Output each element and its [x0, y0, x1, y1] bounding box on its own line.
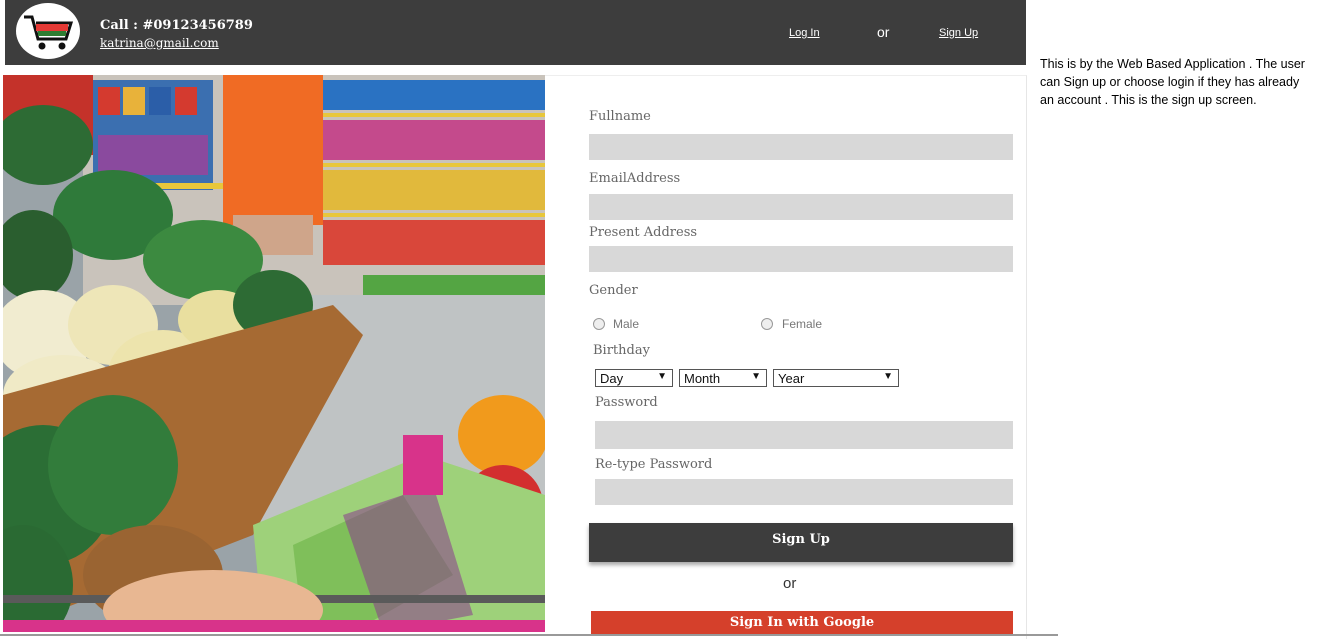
password-input[interactable]: [595, 421, 1013, 449]
google-signin-button[interactable]: Sign In with Google: [591, 611, 1013, 635]
contact-info: Call : #09123456789 katrina@gmail.com: [100, 18, 253, 50]
logo-shopping-cart-icon[interactable]: [16, 3, 80, 59]
retype-password-label: Re-type Password: [595, 457, 713, 472]
signup-link[interactable]: Sign Up: [939, 27, 978, 39]
top-header-bar: Call : #09123456789 katrina@gmail.com Lo…: [5, 0, 1026, 65]
year-select[interactable]: Year ▼: [773, 369, 899, 387]
day-select[interactable]: Day ▼: [595, 369, 673, 387]
fullname-label: Fullname: [589, 109, 651, 124]
chevron-down-icon: ▼: [883, 371, 893, 382]
address-label: Present Address: [589, 225, 698, 240]
login-link[interactable]: Log In: [789, 27, 820, 39]
female-label: Female: [782, 317, 823, 331]
female-radio[interactable]: [761, 318, 773, 330]
nav-or-text: or: [877, 24, 890, 40]
call-number: Call : #09123456789: [100, 18, 253, 33]
email-label: EmailAddress: [589, 171, 681, 186]
month-select-value: Month: [684, 371, 721, 386]
year-select-value: Year: [778, 371, 805, 386]
male-label: Male: [613, 317, 640, 331]
signup-button[interactable]: Sign Up: [589, 523, 1013, 562]
gender-label: Gender: [589, 283, 638, 298]
day-select-value: Day: [600, 371, 624, 386]
birthday-label: Birthday: [593, 343, 650, 358]
chevron-down-icon: ▼: [751, 371, 761, 382]
address-input[interactable]: [589, 246, 1013, 272]
chevron-down-icon: ▼: [657, 371, 667, 382]
annotation-note: This is by the Web Based Application . T…: [1040, 57, 1305, 107]
fullname-input[interactable]: [589, 134, 1013, 160]
email-input[interactable]: [589, 194, 1013, 220]
bottom-divider: [0, 634, 1058, 636]
retype-password-input[interactable]: [595, 479, 1013, 505]
or-divider: or: [783, 575, 797, 592]
email-link[interactable]: katrina@gmail.com: [100, 36, 253, 50]
male-radio[interactable]: [593, 318, 605, 330]
grocery-photo: [3, 75, 545, 632]
password-label: Password: [595, 395, 658, 410]
signup-form-panel: Fullname EmailAddress Present Address Ge…: [545, 75, 1027, 639]
month-select[interactable]: Month ▼: [679, 369, 767, 387]
